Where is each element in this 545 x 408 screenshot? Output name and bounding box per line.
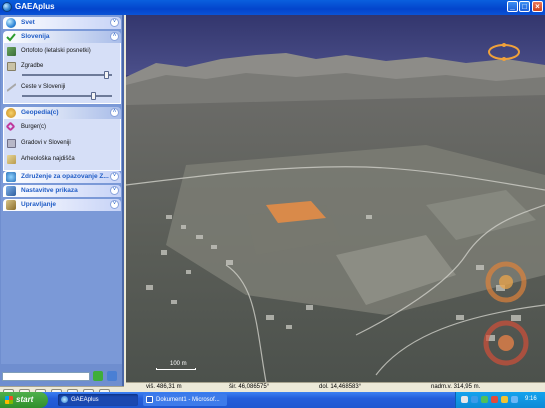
layer-ceste[interactable]: Ceste v Sloveniji xyxy=(6,83,119,93)
window-title: GAEAplus xyxy=(15,2,55,11)
group-geopedia-header[interactable]: Geopedia(c) ˄ xyxy=(3,107,121,119)
chevron-up-icon[interactable]: ˄ xyxy=(110,108,119,117)
task-word-document[interactable]: Dokument1 - Microsof... xyxy=(143,394,227,406)
system-tray: 9:16 xyxy=(455,392,545,408)
geopedia-icon xyxy=(6,108,16,118)
layer-zgradbe-label: Zgradbe xyxy=(21,63,44,69)
group-svet-header[interactable]: Svet ˅ xyxy=(3,17,121,29)
status-altitude: nadm.v. 314,95 m. xyxy=(431,384,481,390)
group-slovenija-body: Ortofoto (letalski posnetki) Zgradbe Ces… xyxy=(3,43,121,104)
layer-zgradbe[interactable]: Zgradbe xyxy=(7,62,119,72)
castle-icon xyxy=(7,139,16,148)
start-label: start xyxy=(16,395,34,404)
tray-network-icon[interactable] xyxy=(461,396,468,403)
terrain-render xyxy=(126,15,545,382)
group-upravljanje-header[interactable]: Upravljanje ˅ xyxy=(3,199,121,211)
management-icon xyxy=(6,200,16,210)
scale-label: 100 m xyxy=(170,361,187,367)
task-gaeaplus-label: GAEAplus xyxy=(71,397,99,403)
building-icon xyxy=(7,62,16,71)
archaeology-icon xyxy=(7,155,16,164)
group-slovenija-label: Slovenija xyxy=(21,33,50,40)
layer-gradovi-label: Gradovi v Sloveniji xyxy=(21,140,71,146)
observation-icon xyxy=(6,172,16,182)
layer-burger[interactable]: Burger(c) xyxy=(5,121,119,133)
group-upravljanje-label: Upravljanje xyxy=(21,201,57,208)
map-3d-view[interactable]: 100 m xyxy=(126,15,545,382)
clock: 9:16 xyxy=(525,396,537,402)
chevron-down-icon[interactable]: ˅ xyxy=(110,186,119,195)
search-go-icon[interactable] xyxy=(93,371,103,381)
taskbar: start GAEAplus Dokument1 - Microsof... 9… xyxy=(0,392,545,408)
layer-ceste-label: Ceste v Sloveniji xyxy=(21,84,66,90)
window-title-bar[interactable]: GAEAplus _ □ × xyxy=(0,0,545,15)
task-word-label: Dokument1 - Microsof... xyxy=(156,397,220,403)
minimize-button[interactable]: _ xyxy=(507,1,518,12)
chevron-down-icon[interactable]: ˅ xyxy=(110,200,119,209)
opacity-slider-ceste[interactable] xyxy=(22,92,112,100)
layer-arheoloska-label: Arheološka najdišča xyxy=(21,156,75,162)
slider-thumb[interactable] xyxy=(91,92,96,100)
burger-icon xyxy=(5,121,16,132)
tray-messenger-icon[interactable] xyxy=(501,396,508,403)
tray-updates-icon[interactable] xyxy=(511,396,518,403)
maximize-button[interactable]: □ xyxy=(519,1,530,12)
slider-thumb[interactable] xyxy=(104,71,109,79)
windows-logo-icon xyxy=(5,396,13,404)
status-bar: viš. 486,31 m šir. 46,086575° dol. 14,46… xyxy=(126,382,545,392)
group-geopedia-label: Geopedia(c) xyxy=(21,109,59,116)
tray-volume-icon[interactable] xyxy=(471,396,478,403)
globe-icon xyxy=(6,18,16,28)
scale-bar xyxy=(156,368,196,370)
tray-antivirus-icon[interactable] xyxy=(491,396,498,403)
group-zdruzenje-header[interactable]: Združenje za opazovanje Z... ˅ xyxy=(3,171,121,183)
group-slovenija-header[interactable]: Slovenija ˄ xyxy=(3,31,121,43)
chevron-down-icon[interactable]: ˅ xyxy=(110,18,119,27)
search-input[interactable] xyxy=(2,372,90,381)
tray-app-icon[interactable] xyxy=(481,396,488,403)
group-nastavitve-header[interactable]: Nastavitve prikaza ˅ xyxy=(3,185,121,197)
layer-ortofoto-label: Ortofoto (letalski posnetki) xyxy=(21,48,91,54)
layer-gradovi[interactable]: Gradovi v Sloveniji xyxy=(7,139,119,149)
road-icon xyxy=(6,83,17,92)
sidebar-groups: Svet ˅ Slovenija ˄ Ortofoto (letalski po… xyxy=(1,15,122,364)
chevron-up-icon[interactable]: ˄ xyxy=(110,32,119,41)
layer-ortofoto[interactable]: Ortofoto (letalski posnetki) xyxy=(7,47,119,57)
status-latitude: šir. 46,086575° xyxy=(229,384,270,390)
photo-icon xyxy=(7,47,16,56)
close-button[interactable]: × xyxy=(532,1,543,12)
layer-burger-label: Burger(c) xyxy=(21,124,47,130)
task-gaeaplus[interactable]: GAEAplus xyxy=(58,394,138,406)
word-task-icon xyxy=(146,396,153,403)
chevron-down-icon[interactable]: ˅ xyxy=(110,172,119,181)
app-globe-icon xyxy=(2,2,12,12)
check-icon xyxy=(6,32,16,42)
layer-arheoloska[interactable]: Arheološka najdišča xyxy=(7,155,119,165)
gaea-task-icon xyxy=(61,396,68,403)
display-settings-icon xyxy=(6,186,16,196)
start-button[interactable]: start xyxy=(0,392,48,408)
status-height: viš. 486,31 m xyxy=(146,384,182,390)
sidebar-panel: Svet ˅ Slovenija ˄ Ortofoto (letalski po… xyxy=(0,15,124,400)
search-options-icon[interactable] xyxy=(107,371,117,381)
group-geopedia-body: Burger(c) Gradovi v Sloveniji Arheološka… xyxy=(3,119,121,171)
status-longitude: dol. 14,468583° xyxy=(319,384,362,390)
group-svet-label: Svet xyxy=(21,19,35,26)
group-zdruzenje-label: Združenje za opazovanje Z... xyxy=(21,173,109,180)
group-nastavitve-label: Nastavitve prikaza xyxy=(21,187,78,194)
opacity-slider-zgradbe[interactable] xyxy=(22,71,112,79)
